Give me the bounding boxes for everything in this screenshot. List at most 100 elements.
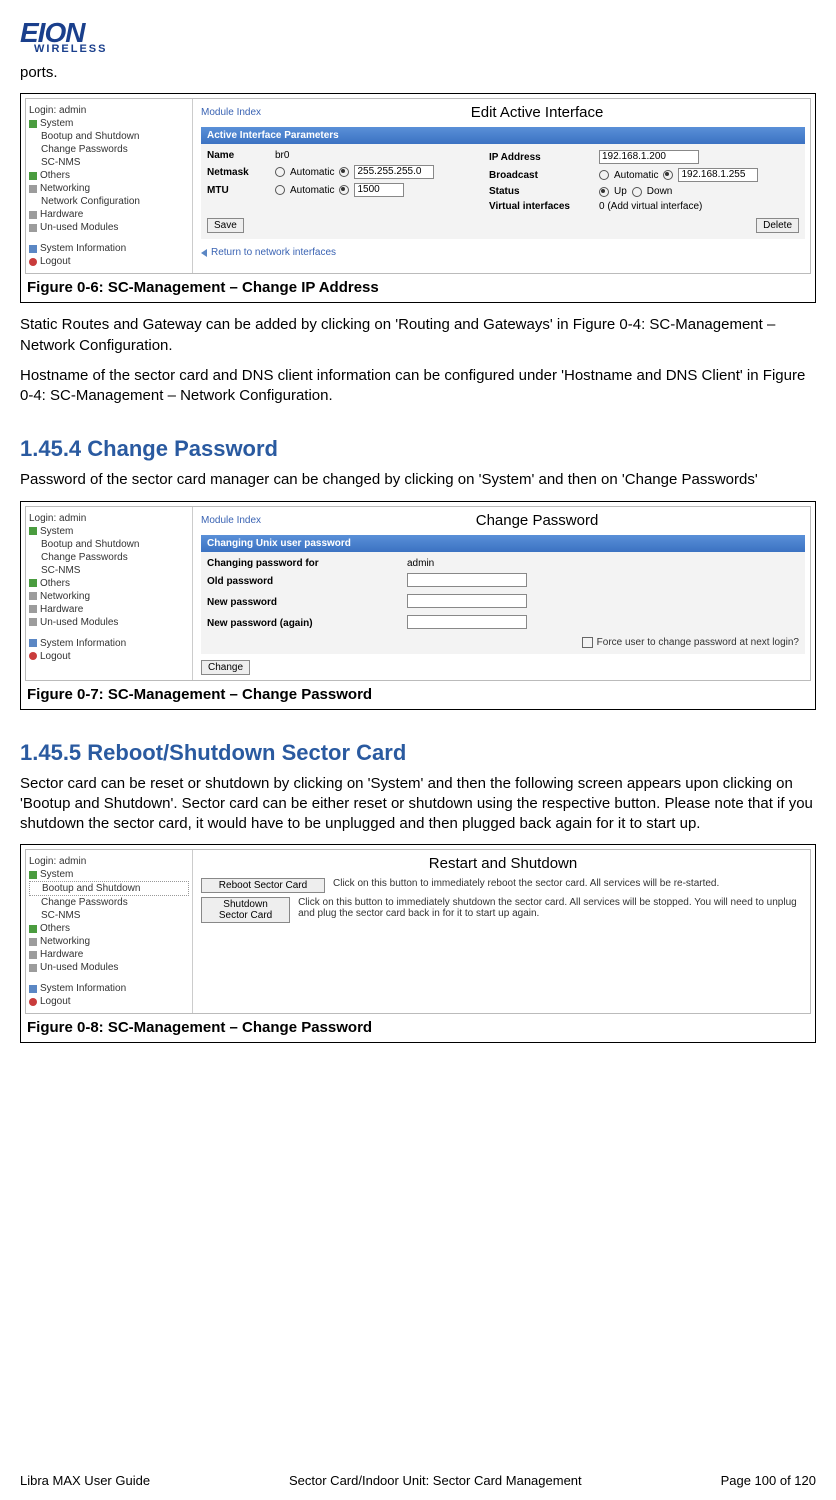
logo-main: EION	[20, 20, 816, 45]
reboot-description: Click on this button to immediately rebo…	[333, 878, 719, 889]
virt-value[interactable]: 0 (Add virtual interface)	[599, 201, 799, 212]
figure-0-7: Login: admin System Bootup and Shutdown …	[20, 501, 816, 710]
folder-icon	[29, 925, 37, 933]
nav-changepw[interactable]: Change Passwords	[29, 551, 189, 564]
para-reboot: Sector card can be reset or shutdown by …	[20, 774, 816, 835]
netmask-manual-radio[interactable]	[339, 167, 349, 177]
nav-unused[interactable]: Un-used Modules	[29, 961, 189, 974]
nav-sidebar: Login: admin System Bootup and Shutdown …	[26, 850, 193, 1013]
screenshot-restart: Login: admin System Bootup and Shutdown …	[25, 849, 811, 1014]
nav-bootup-selected[interactable]: Bootup and Shutdown	[29, 881, 189, 896]
nav-logout[interactable]: Logout	[29, 255, 189, 268]
nav-sysinfo[interactable]: System Information	[29, 242, 189, 255]
netmask-input[interactable]: 255.255.255.0	[354, 165, 434, 179]
auto-label: Automatic	[290, 185, 334, 196]
folder-icon	[29, 592, 37, 600]
change-button[interactable]: Change	[201, 660, 250, 675]
new-pw2-input[interactable]	[407, 615, 527, 629]
folder-icon	[29, 579, 37, 587]
ip-input[interactable]: 192.168.1.200	[599, 150, 699, 164]
folder-icon	[29, 871, 37, 879]
netmask-auto-radio[interactable]	[275, 167, 285, 177]
para-hostname: Hostname of the sector card and DNS clie…	[20, 366, 816, 407]
nav-sysinfo[interactable]: System Information	[29, 637, 189, 650]
bcast-auto-radio[interactable]	[599, 170, 609, 180]
folder-icon	[29, 224, 37, 232]
mtu-manual-radio[interactable]	[339, 185, 349, 195]
return-link[interactable]: Return to network interfaces	[201, 247, 805, 258]
bcast-input[interactable]: 192.168.1.255	[678, 168, 758, 182]
module-index-link[interactable]: Module Index	[201, 107, 261, 118]
status-up-radio[interactable]	[599, 187, 609, 197]
folder-icon	[29, 185, 37, 193]
para-password: Password of the sector card manager can …	[20, 470, 816, 490]
folder-icon	[29, 211, 37, 219]
nav-changepw[interactable]: Change Passwords	[29, 896, 189, 909]
nav-system[interactable]: System	[29, 525, 189, 538]
status-down-radio[interactable]	[632, 187, 642, 197]
nav-hardware[interactable]: Hardware	[29, 208, 189, 221]
nav-system[interactable]: System	[29, 868, 189, 881]
figure-caption: Figure 0-7: SC-Management – Change Passw…	[25, 684, 811, 705]
nav-networking[interactable]: Networking	[29, 590, 189, 603]
nav-others[interactable]: Others	[29, 577, 189, 590]
panel-title: Change Password	[269, 512, 805, 529]
shutdown-button[interactable]: Shutdown Sector Card	[201, 897, 290, 923]
nav-sidebar: Login: admin System Bootup and Shutdown …	[26, 507, 193, 680]
nav-networking[interactable]: Networking	[29, 182, 189, 195]
nav-scnms[interactable]: SC-NMS	[29, 909, 189, 922]
reboot-button[interactable]: Reboot Sector Card	[201, 878, 325, 893]
virt-label: Virtual interfaces	[489, 201, 589, 212]
mtu-label: MTU	[207, 185, 265, 196]
figure-0-8: Login: admin System Bootup and Shutdown …	[20, 844, 816, 1043]
bcast-label: Broadcast	[489, 170, 589, 181]
old-pw-input[interactable]	[407, 573, 527, 587]
force-change-checkbox[interactable]	[582, 637, 593, 648]
netmask-label: Netmask	[207, 167, 265, 178]
nav-scnms[interactable]: SC-NMS	[29, 156, 189, 169]
nav-unused[interactable]: Un-used Modules	[29, 221, 189, 234]
nav-hardware[interactable]: Hardware	[29, 603, 189, 616]
new-pw-label: New password	[207, 597, 407, 608]
bcast-manual-radio[interactable]	[663, 170, 673, 180]
username: admin	[407, 558, 799, 569]
nav-others[interactable]: Others	[29, 922, 189, 935]
auto-label: Automatic	[614, 170, 658, 181]
nav-logout[interactable]: Logout	[29, 995, 189, 1008]
nav-changepw[interactable]: Change Passwords	[29, 143, 189, 156]
heading-reboot: 1.45.5 Reboot/Shutdown Sector Card	[20, 740, 816, 766]
mtu-input[interactable]: 1500	[354, 183, 404, 197]
save-button[interactable]: Save	[207, 218, 244, 233]
nav-hardware[interactable]: Hardware	[29, 948, 189, 961]
heading-change-password: 1.45.4 Change Password	[20, 436, 816, 462]
module-index-link[interactable]: Module Index	[201, 515, 261, 526]
panel-header: Changing Unix user password	[201, 535, 805, 552]
folder-icon	[29, 120, 37, 128]
panel-title: Edit Active Interface	[269, 104, 805, 121]
folder-icon	[29, 172, 37, 180]
nav-networking[interactable]: Networking	[29, 935, 189, 948]
nav-login: Login: admin	[29, 512, 189, 525]
nav-logout[interactable]: Logout	[29, 650, 189, 663]
info-icon	[29, 985, 37, 993]
mtu-auto-radio[interactable]	[275, 185, 285, 195]
changing-for-label: Changing password for	[207, 558, 407, 569]
nav-sidebar: Login: admin System Bootup and Shutdown …	[26, 99, 193, 273]
nav-scnms[interactable]: SC-NMS	[29, 564, 189, 577]
nav-unused[interactable]: Un-used Modules	[29, 616, 189, 629]
power-icon	[29, 998, 37, 1006]
footer-right: Page 100 of 120	[721, 1473, 816, 1488]
nav-login: Login: admin	[29, 855, 189, 868]
nav-bootup[interactable]: Bootup and Shutdown	[29, 538, 189, 551]
panel-title: Restart and Shutdown	[201, 855, 805, 872]
nav-system[interactable]: System	[29, 117, 189, 130]
delete-button[interactable]: Delete	[756, 218, 799, 233]
nav-netconf[interactable]: Network Configuration	[29, 195, 189, 208]
nav-sysinfo[interactable]: System Information	[29, 982, 189, 995]
new-pw-input[interactable]	[407, 594, 527, 608]
figure-caption: Figure 0-6: SC-Management – Change IP Ad…	[25, 277, 811, 298]
logo: EION WIRELESS	[20, 20, 816, 55]
nav-bootup[interactable]: Bootup and Shutdown	[29, 130, 189, 143]
nav-others[interactable]: Others	[29, 169, 189, 182]
page-footer: Libra MAX User Guide Sector Card/Indoor …	[20, 1473, 816, 1488]
